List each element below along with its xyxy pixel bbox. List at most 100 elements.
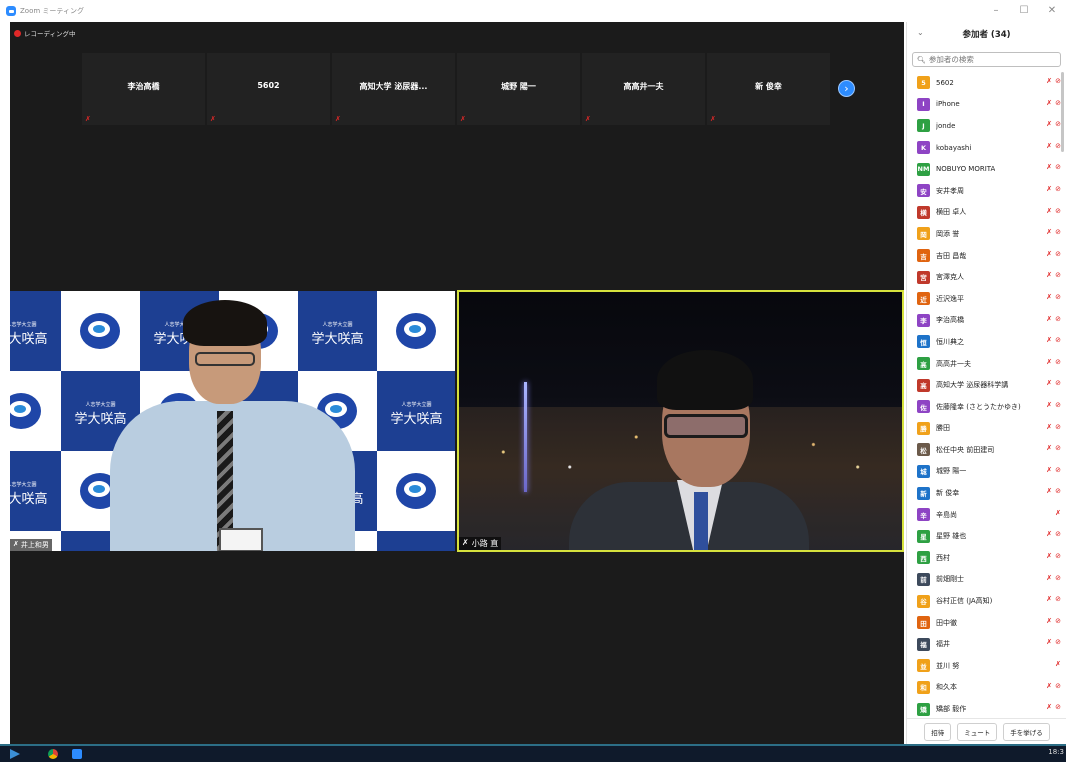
participant-name: 近沢逸平 [936,294,964,303]
video-tile-left[interactable]: 人志学大立園学大咲高人志学大立園学大咲高人志学大立園学大咲高人志学大立園学大咲高… [10,291,455,551]
mic-muted-icon: ✗ [1046,552,1053,561]
recording-label: レコーディング中 [24,30,76,38]
mic-muted-icon: ✗ [1046,465,1053,474]
participant-row[interactable]: 恒恒川典之 ✗ ⊘ [907,331,1066,353]
participant-status-icons: ✗ ⊘ [1046,293,1061,301]
participant-row[interactable]: 谷谷村正信 (JA高知) ✗ ⊘ [907,590,1066,612]
mute-all-button[interactable]: ミュート [957,722,998,741]
minimize-button[interactable]: – [990,3,1002,19]
participant-thumbnail[interactable]: 李治高橋 ✗ [82,53,205,125]
participant-status-icons: ✗ ⊘ [1046,99,1061,107]
participant-name: 宮澤克人 [936,273,964,282]
mic-muted-icon: ✗ [1046,616,1053,625]
search-icon: 🔍︎ [917,55,926,64]
participant-row[interactable]: 松松任中央 前田建司 ✗ ⊘ [907,439,1066,461]
recording-indicator[interactable]: レコーディング中 [14,28,76,38]
participant-row[interactable]: 5 5602 ✗ ⊘ [907,72,1066,94]
participant-status-icons: ✗ ⊘ [1046,185,1061,193]
participant-row[interactable]: 高高知大学 泌尿器科学講 ✗ ⊘ [907,374,1066,396]
zoom-icon[interactable] [72,749,82,759]
invite-button[interactable]: 招待 [924,722,952,741]
participant-thumbnail[interactable]: 高高井一夫 ✗ [582,53,705,125]
scrollbar[interactable] [1061,72,1064,152]
participant-status-icons: ✗ ⊘ [1046,250,1061,258]
thumbnail-strip: 李治高橋 ✗ 5602 ✗ 高知大学 泌尿器... ✗ 城野 陽一 ✗ 高高井一… [82,53,830,125]
participant-status-icons: ✗ ⊘ [1046,120,1061,128]
participant-row[interactable]: 矯矯部 毅作 ✗ ⊘ [907,698,1066,720]
participant-row[interactable]: 前前畑剛士 ✗ ⊘ [907,569,1066,591]
participant-row[interactable]: 李李治高橋 ✗ ⊘ [907,310,1066,332]
participant-row[interactable]: 和和久本 ✗ ⊘ [907,677,1066,699]
avatar: 矯 [917,702,930,716]
participant-name: 新 俊幸 [936,489,960,498]
participant-row[interactable]: 近近沢逸平 ✗ ⊘ [907,288,1066,310]
participant-status-icons: ✗ ⊘ [1046,358,1061,366]
participant-row[interactable]: 高高高井一夫 ✗ ⊘ [907,353,1066,375]
chrome-icon[interactable] [48,749,58,759]
participant-row[interactable]: 西西村 ✗ ⊘ [907,547,1066,569]
participant-row[interactable]: 安安井孝周 ✗ ⊘ [907,180,1066,202]
participant-row[interactable]: 横横田 卓人 ✗ ⊘ [907,202,1066,224]
mic-muted-icon: ✗ [1046,444,1053,453]
chevron-down-icon[interactable]: ⌄ [917,28,924,37]
participant-search[interactable]: 🔍︎ [912,52,1061,67]
participant-row[interactable]: 並並川 努 ✗ [907,655,1066,677]
mic-muted-icon: ✗ [1046,379,1053,388]
mic-muted-icon: ✗ [1046,98,1053,107]
mic-muted-icon: ✗ [1046,163,1053,172]
video-off-icon: ⊘ [1055,379,1061,388]
search-input[interactable] [928,55,1059,64]
video-off-icon: ⊘ [1055,638,1061,647]
participant-row[interactable]: 田田中徹 ✗ ⊘ [907,612,1066,634]
participant-thumbnail[interactable]: 城野 陽一 ✗ [457,53,580,125]
participant-status-icons: ✗ ⊘ [1046,682,1061,690]
participant-name: 谷村正信 (JA高知) [936,597,993,606]
video-off-icon: ⊘ [1055,292,1061,301]
avatar: 星 [917,529,930,543]
participant-row[interactable]: Jjonde ✗ ⊘ [907,115,1066,137]
participant-thumbnail[interactable]: 5602 ✗ [207,53,330,125]
avatar: 高 [917,357,930,371]
participant-status-icons: ✗ ⊘ [1046,530,1061,538]
participant-name: 星野 雄也 [936,532,967,541]
participant-status-icons: ✗ ⊘ [1046,315,1061,323]
participant-row[interactable]: 城城野 陽一 ✗ ⊘ [907,461,1066,483]
participant-thumbnail[interactable]: 高知大学 泌尿器... ✗ [332,53,455,125]
participant-name: iPhone [936,100,960,109]
video-participant-name: 小路 直 [471,539,499,548]
participant-row[interactable]: IiPhone ✗ ⊘ [907,94,1066,116]
participant-row[interactable]: 吉吉田 昌哉 ✗ ⊘ [907,245,1066,267]
video-tile-right-active-speaker[interactable]: ✗ 小路 直 [457,290,904,552]
mic-muted-icon: ✗ [1046,249,1053,258]
participant-row[interactable]: 福福井 ✗ ⊘ [907,633,1066,655]
thumbnail-name: 李治高橋 [127,82,160,91]
participant-row[interactable]: 宮宮澤克人 ✗ ⊘ [907,266,1066,288]
participant-row[interactable]: NM NOBUYO MORITA ✗ ⊘ [907,158,1066,180]
participant-row[interactable]: 新新 俊幸 ✗ ⊘ [907,482,1066,504]
avatar: 安 [917,184,930,198]
participant-row[interactable]: 星星野 雄也 ✗ ⊘ [907,525,1066,547]
video-off-icon: ⊘ [1055,616,1061,625]
mic-muted-icon: ✗ [1046,77,1053,85]
close-button[interactable]: ✕ [1046,3,1058,19]
participant-thumbnail[interactable]: 新 俊幸 ✗ [707,53,830,125]
thumbnail-name: 高知大学 泌尿器... [359,82,428,91]
raise-hand-button[interactable]: 手を挙げる [1003,722,1050,741]
next-page-button[interactable]: › [838,80,855,97]
video-off-icon: ⊘ [1055,444,1061,453]
maximize-button[interactable]: ☐ [1018,3,1030,19]
participant-row[interactable]: 辛辛島尚 ✗ [907,504,1066,526]
avatar: 宮 [917,270,930,284]
mic-muted-icon: ✗ [1055,508,1061,517]
avatar: 田 [917,616,930,630]
participant-row[interactable]: 岡岡添 誉 ✗ ⊘ [907,223,1066,245]
participant-status-icons: ✗ [1055,660,1061,668]
window-title: Zoom ミーティング [20,7,84,15]
participant-row[interactable]: 佐佐藤隆幸 (さとうたかゆき) ✗ ⊘ [907,396,1066,418]
avatar: 並 [917,659,930,673]
backdrop-small-text: 人志学大立園 [10,322,37,328]
media-player-icon[interactable] [10,749,20,759]
avatar: 和 [917,680,930,694]
participant-row[interactable]: Kkobayashi ✗ ⊘ [907,137,1066,159]
participant-row[interactable]: 勝勝田 ✗ ⊘ [907,418,1066,440]
